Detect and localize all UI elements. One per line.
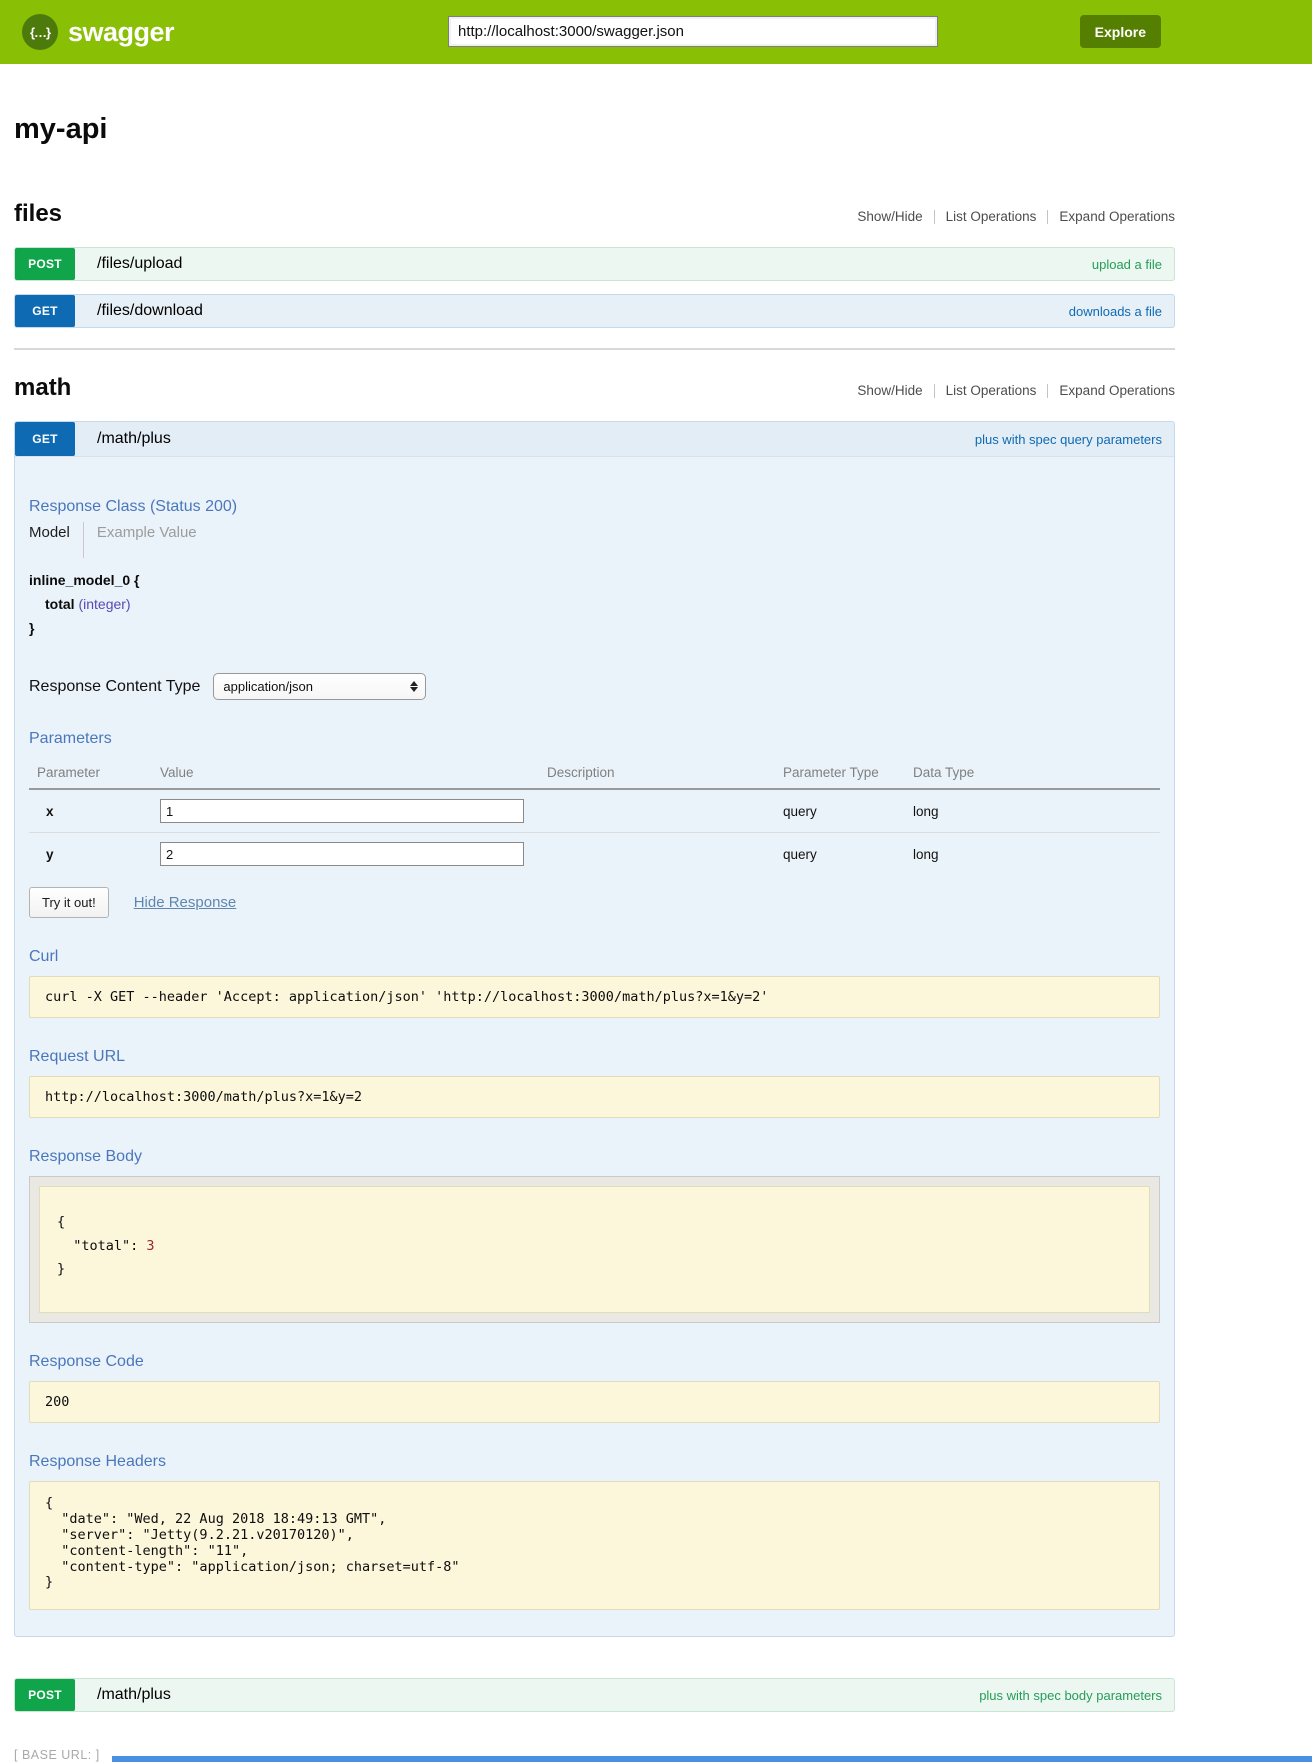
response-body-json: { "total": 3 } xyxy=(39,1186,1150,1313)
files-section-title: files xyxy=(14,200,62,228)
property-type: (integer) xyxy=(78,596,130,612)
col-value: Value xyxy=(160,758,547,789)
operation-post-files-upload[interactable]: POST /files/upload upload a file xyxy=(14,247,1175,281)
parameters-table: Parameter Value Description Parameter Ty… xyxy=(29,758,1160,875)
separator xyxy=(83,522,84,558)
parameters-heading: Parameters xyxy=(29,730,1160,748)
select-arrows-icon xyxy=(410,681,418,692)
model-tabs: Model Example Value xyxy=(29,522,1160,558)
response-code-heading: Response Code xyxy=(29,1353,1160,1371)
math-section-title: math xyxy=(14,374,71,402)
spec-url-input[interactable] xyxy=(448,16,938,47)
parameter-data-type: long xyxy=(913,789,1160,833)
model-signature: inline_model_0 { total (integer) } xyxy=(29,572,1160,636)
curl-command-block: curl -X GET --header 'Accept: applicatio… xyxy=(29,976,1160,1018)
separator xyxy=(1047,384,1048,398)
explore-button[interactable]: Explore xyxy=(1080,15,1161,48)
section-divider xyxy=(14,348,1175,350)
json-text: { "total": xyxy=(57,1214,146,1254)
col-parameter-type: Parameter Type xyxy=(783,758,913,789)
response-body-heading: Response Body xyxy=(29,1148,1160,1166)
parameters-header-row: Parameter Value Description Parameter Ty… xyxy=(29,758,1160,789)
tab-model[interactable]: Model xyxy=(29,522,70,541)
curl-heading: Curl xyxy=(29,948,1160,966)
bottom-blue-strip xyxy=(112,1756,1312,1762)
operation-summary-link[interactable]: upload a file xyxy=(1092,257,1162,272)
try-it-out-button[interactable]: Try it out! xyxy=(29,887,109,918)
col-data-type: Data Type xyxy=(913,758,1160,789)
swagger-logo[interactable]: {…} swagger xyxy=(22,14,174,50)
operation-get-math-plus-header[interactable]: GET /math/plus plus with spec query para… xyxy=(15,422,1174,457)
response-content-type-row: Response Content Type application/json xyxy=(29,673,1160,700)
math-section-controls: Show/Hide List Operations Expand Operati… xyxy=(857,383,1175,398)
response-headers-block: { "date": "Wed, 22 Aug 2018 18:49:13 GMT… xyxy=(29,1481,1160,1611)
operation-path-link[interactable]: /math/plus xyxy=(97,430,171,448)
parameter-x-input[interactable] xyxy=(160,799,524,823)
main-content: my-api files Show/Hide List Operations E… xyxy=(14,113,1175,1712)
get-method-badge: GET xyxy=(15,295,75,327)
operation-path-link[interactable]: /math/plus xyxy=(97,1686,171,1704)
files-section-controls: Show/Hide List Operations Expand Operati… xyxy=(857,209,1175,224)
response-class-heading: Response Class (Status 200) xyxy=(29,498,1160,516)
operation-summary-link[interactable]: plus with spec query parameters xyxy=(975,432,1162,447)
files-list-operations-link[interactable]: List Operations xyxy=(946,209,1037,224)
json-number-value: 3 xyxy=(146,1238,154,1254)
swagger-brand-text: swagger xyxy=(68,17,174,48)
model-closing-brace: } xyxy=(29,620,1160,636)
files-show-hide-link[interactable]: Show/Hide xyxy=(857,209,922,224)
swagger-header-bar: {…} swagger Explore xyxy=(0,0,1312,64)
files-expand-operations-link[interactable]: Expand Operations xyxy=(1059,209,1175,224)
hide-response-link[interactable]: Hide Response xyxy=(134,894,237,911)
swagger-logo-icon: {…} xyxy=(22,14,58,50)
post-method-badge: POST xyxy=(15,248,75,280)
separator xyxy=(934,384,935,398)
operation-summary-link[interactable]: plus with spec body parameters xyxy=(979,1688,1162,1703)
math-expand-operations-link[interactable]: Expand Operations xyxy=(1059,383,1175,398)
model-property: total (integer) xyxy=(45,596,1160,612)
request-url-heading: Request URL xyxy=(29,1048,1160,1066)
response-code-block: 200 xyxy=(29,1381,1160,1423)
operation-panel-get-math-plus: GET /math/plus plus with spec query para… xyxy=(14,421,1175,1637)
separator xyxy=(934,210,935,224)
response-content-type-select[interactable]: application/json xyxy=(213,673,426,700)
property-name: total xyxy=(45,596,75,612)
model-name: inline_model_0 { xyxy=(29,572,1160,588)
tab-example-value[interactable]: Example Value xyxy=(97,522,197,541)
operation-path-link[interactable]: /files/upload xyxy=(97,255,182,273)
col-description: Description xyxy=(547,758,783,789)
post-method-badge: POST xyxy=(15,1679,75,1711)
math-list-operations-link[interactable]: List Operations xyxy=(946,383,1037,398)
operation-summary-link[interactable]: downloads a file xyxy=(1069,304,1162,319)
math-section-header: math Show/Hide List Operations Expand Op… xyxy=(14,374,1175,402)
separator xyxy=(1047,210,1048,224)
response-body-container: { "total": 3 } xyxy=(29,1176,1160,1323)
response-headers-heading: Response Headers xyxy=(29,1453,1160,1471)
col-parameter: Parameter xyxy=(29,758,160,789)
files-section-header: files Show/Hide List Operations Expand O… xyxy=(14,200,1175,228)
parameter-row-y: y query long xyxy=(29,833,1160,876)
parameter-type: query xyxy=(783,789,913,833)
response-content-type-label: Response Content Type xyxy=(29,678,200,696)
get-method-badge: GET xyxy=(15,422,75,456)
math-show-hide-link[interactable]: Show/Hide xyxy=(857,383,922,398)
request-url-block: http://localhost:3000/math/plus?x=1&y=2 xyxy=(29,1076,1160,1118)
operation-details: Response Class (Status 200) Model Exampl… xyxy=(15,498,1174,1636)
api-title: my-api xyxy=(14,113,1175,146)
selected-content-type: application/json xyxy=(223,679,313,694)
parameter-y-input[interactable] xyxy=(160,842,524,866)
parameter-name: y xyxy=(29,833,160,876)
operation-path-link[interactable]: /files/download xyxy=(97,302,203,320)
operation-post-math-plus[interactable]: POST /math/plus plus with spec body para… xyxy=(14,1678,1175,1712)
try-it-out-row: Try it out! Hide Response xyxy=(29,887,1160,918)
parameter-description xyxy=(547,789,783,833)
parameter-type: query xyxy=(783,833,913,876)
operation-get-files-download[interactable]: GET /files/download downloads a file xyxy=(14,294,1175,328)
parameter-description xyxy=(547,833,783,876)
parameter-data-type: long xyxy=(913,833,1160,876)
json-text: } xyxy=(57,1261,65,1277)
parameter-row-x: x query long xyxy=(29,789,1160,833)
parameter-name: x xyxy=(29,789,160,833)
